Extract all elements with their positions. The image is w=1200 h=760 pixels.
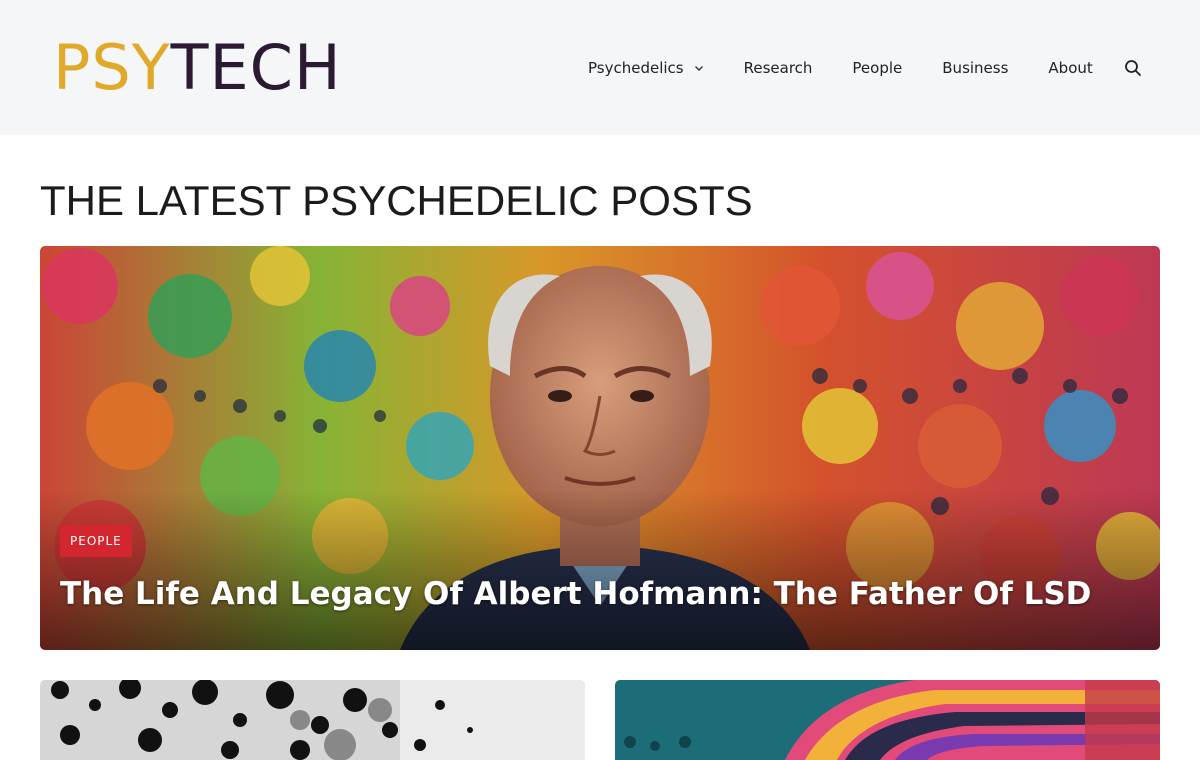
post-card-1-image: [40, 680, 585, 760]
nav-item-psychedelics[interactable]: Psychedelics: [588, 59, 704, 77]
nav-item-people[interactable]: People: [852, 59, 902, 77]
post-card-1[interactable]: [40, 680, 585, 760]
nav-item-label: Research: [743, 59, 813, 77]
nav-item-label: People: [852, 59, 903, 77]
nav-item-label: About: [1048, 59, 1093, 77]
post-card-2[interactable]: [615, 680, 1160, 760]
logo-psy: PSY: [53, 31, 171, 104]
logo-tech: TECH: [170, 31, 342, 104]
site-logo[interactable]: PSYTECH: [53, 30, 342, 106]
main-nav: Psychedelics Research People Business Ab…: [588, 56, 1093, 80]
category-badge[interactable]: PEOPLE: [60, 525, 132, 557]
nav-item-label: Business: [942, 59, 1009, 77]
nav-item-label: Psychedelics: [588, 59, 684, 77]
nav-item-business[interactable]: Business: [942, 59, 1008, 77]
section-title: THE LATEST PSYCHEDELIC POSTS: [40, 177, 753, 224]
nav-item-research[interactable]: Research: [744, 59, 813, 77]
featured-post-card[interactable]: PEOPLE The Life And Legacy Of Albert Hof…: [40, 246, 1160, 650]
site-header: PSYTECH Psychedelics Research People Bus…: [0, 0, 1200, 135]
nav-item-about[interactable]: About: [1048, 59, 1092, 77]
hero-gradient-overlay: [40, 490, 1160, 650]
search-icon[interactable]: [1124, 59, 1142, 77]
featured-post-title[interactable]: The Life And Legacy Of Albert Hofmann: T…: [60, 574, 1091, 614]
chevron-down-icon: [694, 63, 704, 73]
post-card-2-image: [615, 680, 1160, 760]
